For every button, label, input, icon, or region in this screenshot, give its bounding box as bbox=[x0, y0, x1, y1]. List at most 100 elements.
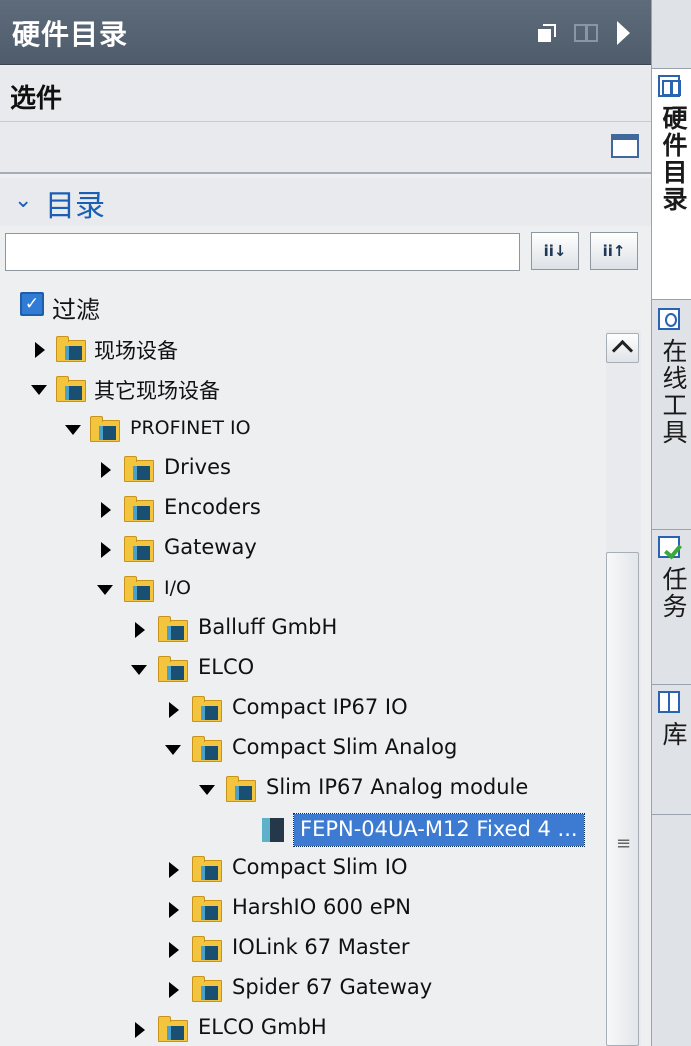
options-section-header[interactable]: 选件 bbox=[0, 66, 651, 122]
hardware-catalog-panel: 硬件目录 选件 ⌄ 目录 ii↓ ii↑ ✓ 过滤 现场设备 其它现场设备 PR… bbox=[0, 0, 651, 1046]
options-section-body bbox=[0, 122, 651, 174]
chevron-down-icon[interactable]: ⌄ bbox=[14, 188, 32, 213]
module-icon bbox=[260, 818, 290, 842]
tree-node[interactable]: Compact IP67 IO bbox=[0, 690, 606, 730]
collapse-arrow-icon[interactable] bbox=[617, 21, 630, 45]
folder-device-icon bbox=[158, 616, 188, 642]
collapse-arrow-icon[interactable] bbox=[164, 740, 184, 760]
tree-node-label: I/O bbox=[164, 577, 191, 599]
folder-device-icon bbox=[158, 656, 188, 682]
collapse-arrow-icon[interactable] bbox=[96, 580, 116, 600]
collapse-arrow-icon[interactable] bbox=[198, 780, 218, 800]
tree-node[interactable]: Compact Slim Analog bbox=[0, 730, 606, 770]
tree-node-label: HarshIO 600 ePN bbox=[232, 895, 411, 919]
tree-node-label: Slim IP67 Analog module bbox=[266, 775, 529, 799]
tab-label: 库 bbox=[659, 721, 688, 748]
collapse-arrow-icon[interactable] bbox=[64, 420, 84, 440]
folder-device-icon bbox=[56, 376, 86, 402]
tab-libraries[interactable]: 库 bbox=[652, 685, 691, 815]
tree-node-label: ELCO GmbH bbox=[198, 1015, 327, 1039]
tab-tasks[interactable]: 任务 bbox=[652, 530, 691, 685]
tab-hardware-catalog[interactable]: 硬件目录 bbox=[652, 68, 691, 300]
panel-view-icon[interactable] bbox=[611, 134, 639, 158]
folder-device-icon bbox=[124, 536, 154, 562]
tree-node[interactable]: Spider 67 Gateway bbox=[0, 970, 606, 1010]
tree-node-label: PROFINET IO bbox=[130, 417, 251, 439]
catalog-title: 目录 bbox=[45, 189, 105, 224]
folder-device-icon bbox=[192, 856, 222, 882]
tree-node-label: Gateway bbox=[164, 535, 257, 559]
expand-arrow-icon[interactable] bbox=[96, 500, 116, 520]
catalog-tree: 现场设备 其它现场设备 PROFINET IO Drives Encoders … bbox=[0, 328, 606, 1046]
tab-label: 在线工具 bbox=[659, 338, 688, 446]
tab-label: 任务 bbox=[659, 566, 688, 620]
tree-node-label: Compact Slim IO bbox=[232, 855, 408, 879]
side-tab-strip: 硬件目录 在线工具 任务 库 bbox=[651, 0, 691, 1046]
tree-node-label: IOLink 67 Master bbox=[232, 935, 410, 959]
split-view-icon[interactable] bbox=[574, 24, 598, 42]
expand-arrow-icon[interactable] bbox=[30, 340, 50, 360]
folder-device-icon bbox=[90, 416, 120, 442]
online-tools-icon bbox=[658, 308, 680, 330]
tree-node[interactable]: ELCO bbox=[0, 650, 606, 690]
folder-device-icon bbox=[192, 696, 222, 722]
tree-node[interactable]: Slim IP67 Analog module bbox=[0, 770, 606, 810]
folder-device-icon bbox=[192, 896, 222, 922]
tree-node[interactable]: Balluff GmbH bbox=[0, 610, 606, 650]
tree-node[interactable]: Drives bbox=[0, 450, 606, 490]
collapse-arrow-icon[interactable] bbox=[30, 380, 50, 400]
tree-node[interactable]: PROFINET IO bbox=[0, 410, 606, 450]
tree-node-label: Encoders bbox=[164, 495, 261, 519]
tree-node[interactable]: Gateway bbox=[0, 530, 606, 570]
folder-device-icon bbox=[158, 1016, 188, 1042]
tab-strip-top bbox=[652, 0, 691, 65]
tree-node[interactable]: IOLink 67 Master bbox=[0, 930, 606, 970]
tree-node-label: ELCO bbox=[198, 655, 255, 679]
folder-device-icon bbox=[124, 456, 154, 482]
tree-node[interactable]: I/O bbox=[0, 570, 606, 610]
folder-device-icon bbox=[192, 936, 222, 962]
scrollbar-thumb[interactable]: ≡ bbox=[606, 552, 639, 1046]
float-window-icon[interactable] bbox=[538, 24, 556, 42]
scroll-up-icon[interactable] bbox=[606, 333, 639, 363]
expand-arrow-icon[interactable] bbox=[96, 540, 116, 560]
tree-node-label: Compact IP67 IO bbox=[232, 695, 408, 719]
tree-node-label: Spider 67 Gateway bbox=[232, 975, 433, 999]
filter-label: 过滤 bbox=[52, 296, 100, 324]
catalog-section-header[interactable]: ⌄ 目录 bbox=[0, 178, 651, 226]
tree-node[interactable]: ELCO GmbH bbox=[0, 1010, 606, 1046]
expand-arrow-icon[interactable] bbox=[164, 940, 184, 960]
expand-arrow-icon[interactable] bbox=[164, 700, 184, 720]
expand-arrow-icon[interactable] bbox=[164, 980, 184, 1000]
tree-node-selected[interactable]: FEPN-04UA-M12 Fixed 4 ... bbox=[0, 810, 606, 850]
folder-device-icon bbox=[226, 776, 256, 802]
grip-icon: ≡ bbox=[616, 833, 632, 854]
filter-checkbox[interactable]: ✓ bbox=[20, 292, 44, 316]
expand-arrow-icon[interactable] bbox=[164, 860, 184, 880]
tree-node[interactable]: 现场设备 bbox=[0, 330, 606, 370]
expand-arrow-icon[interactable] bbox=[130, 1020, 150, 1040]
folder-device-icon bbox=[124, 496, 154, 522]
expand-arrow-icon[interactable] bbox=[164, 900, 184, 920]
tree-node-label: FEPN-04UA-M12 Fixed 4 ... bbox=[293, 813, 585, 847]
folder-device-icon bbox=[56, 336, 86, 362]
expand-arrow-icon[interactable] bbox=[130, 620, 150, 640]
folder-device-icon bbox=[192, 736, 222, 762]
tree-node[interactable]: Encoders bbox=[0, 490, 606, 530]
collapse-arrow-icon[interactable] bbox=[130, 660, 150, 680]
tree-node[interactable]: Compact Slim IO bbox=[0, 850, 606, 890]
tab-online-tools[interactable]: 在线工具 bbox=[652, 302, 691, 530]
hardware-catalog-icon bbox=[658, 75, 681, 97]
search-up-button[interactable]: ii↑ bbox=[590, 232, 638, 270]
catalog-search-input[interactable] bbox=[5, 233, 520, 271]
tree-node[interactable]: HarshIO 600 ePN bbox=[0, 890, 606, 930]
search-down-button[interactable]: ii↓ bbox=[531, 232, 579, 270]
folder-device-icon bbox=[124, 576, 154, 602]
panel-title-bar: 硬件目录 bbox=[0, 0, 651, 65]
tree-node-label: Compact Slim Analog bbox=[232, 735, 458, 759]
expand-arrow-icon[interactable] bbox=[96, 460, 116, 480]
tree-node[interactable]: 其它现场设备 bbox=[0, 370, 606, 410]
tree-node-label: 其它现场设备 bbox=[94, 379, 220, 403]
tree-node-label: Balluff GmbH bbox=[198, 615, 338, 639]
tasks-icon bbox=[658, 536, 680, 558]
